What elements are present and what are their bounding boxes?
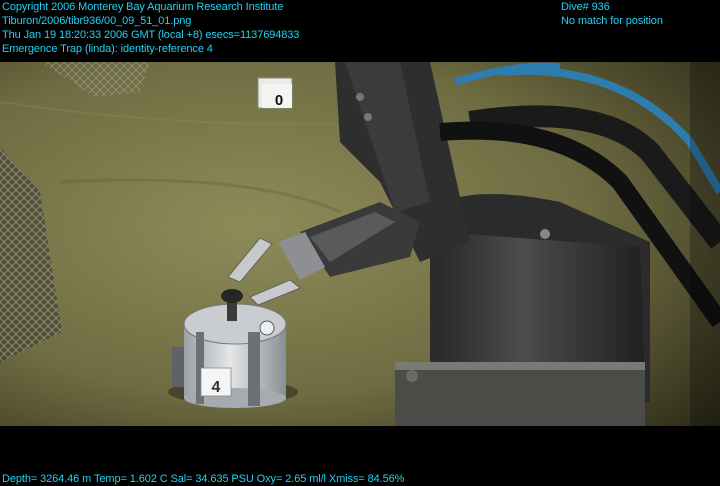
marker-number: 0: [275, 92, 283, 109]
sensor-readout: Depth= 3264.46 m Temp= 1.602 C Sal= 34.6…: [2, 473, 405, 485]
video-frame: 0 4: [0, 62, 720, 426]
annotation-line: Emergence Trap (linda): identity-referen…: [2, 43, 213, 55]
trap-number: 4: [212, 379, 221, 396]
dive-number: Dive# 936: [561, 1, 610, 13]
dive-info-block: Dive# 936 No match for position: [561, 0, 663, 28]
seafloor-scene: 0 4: [0, 62, 720, 426]
copyright-line: Copyright 2006 Monterey Bay Aquarium Res…: [2, 1, 284, 13]
header-info-block: Copyright 2006 Monterey Bay Aquarium Res…: [2, 0, 299, 56]
file-path-line: Tiburon/2006/tibr936/00_09_51_01.png: [2, 15, 192, 27]
timestamp-line: Thu Jan 19 18:20:33 2006 GMT (local +8) …: [2, 29, 300, 41]
position-status: No match for position: [561, 15, 663, 27]
number-marker: 0: [257, 77, 293, 109]
